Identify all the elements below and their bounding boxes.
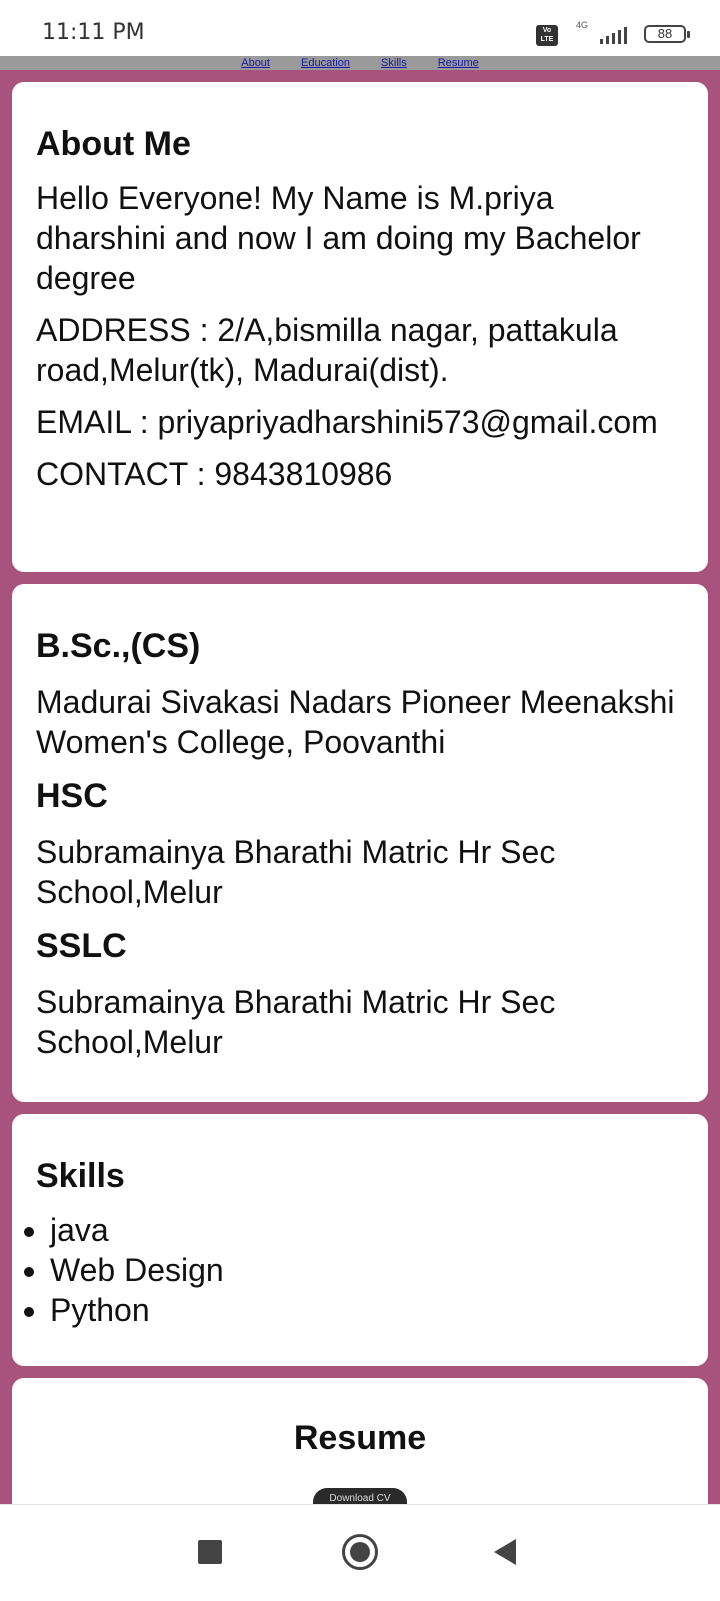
status-time: 11:11 PM [42, 20, 145, 45]
recent-apps-icon[interactable] [198, 1540, 222, 1564]
skills-list: java Web Design Python [10, 1210, 684, 1330]
sslc-school: Subramainya Bharathi Matric Hr Sec Schoo… [36, 984, 556, 1060]
system-navigation-bar [0, 1504, 720, 1601]
about-email: EMAIL : priyapriyadharshini573@gmail.com [36, 404, 658, 440]
hsc-school: Subramainya Bharathi Matric Hr Sec Schoo… [36, 834, 556, 910]
back-icon[interactable] [494, 1539, 516, 1565]
about-section: About Me Hello Everyone! My Name is M.pr… [12, 82, 708, 572]
hsc-title: HSC [36, 777, 108, 815]
signal-icon [600, 27, 627, 44]
education-section: B.Sc.,(CS) Madurai Sivakasi Nadars Pione… [12, 584, 708, 1102]
download-cv-button[interactable]: Download CV [313, 1488, 407, 1504]
skill-item: Python [50, 1290, 684, 1330]
volte-icon: Vo LTE [536, 25, 558, 46]
nav-link-about[interactable]: About [241, 57, 270, 69]
about-intro: Hello Everyone! My Name is M.priya dhars… [36, 180, 641, 296]
network-type-label: 4G [575, 20, 588, 30]
degree-school: Madurai Sivakasi Nadars Pioneer Meenaksh… [36, 684, 675, 760]
degree-title: B.Sc.,(CS) [36, 627, 201, 665]
resume-section: Resume Download CV [12, 1378, 708, 1504]
sslc-title: SSLC [36, 927, 127, 965]
skills-section: Skills java Web Design Python [12, 1114, 708, 1366]
battery-icon: 88 [644, 25, 690, 43]
home-icon[interactable] [342, 1534, 378, 1570]
skills-title: Skills [36, 1157, 125, 1195]
page-content[interactable]: About Me Hello Everyone! My Name is M.pr… [0, 70, 720, 1504]
status-bar: 11:11 PM Vo LTE 4G 88 [0, 0, 720, 56]
skill-item: java [50, 1210, 684, 1250]
nav-link-resume[interactable]: Resume [438, 57, 479, 69]
battery-level: 88 [657, 26, 673, 41]
resume-title: Resume [293, 1419, 427, 1457]
about-contact: CONTACT : 9843810986 [36, 456, 393, 492]
nav-link-skills[interactable]: Skills [381, 57, 407, 69]
skill-item: Web Design [50, 1250, 684, 1290]
about-address: ADDRESS : 2/A,bismilla nagar, pattakula … [36, 312, 618, 388]
about-title: About Me [36, 125, 191, 163]
nav-link-education[interactable]: Education [301, 57, 350, 69]
top-navbar: About Education Skills Resume [0, 56, 720, 70]
